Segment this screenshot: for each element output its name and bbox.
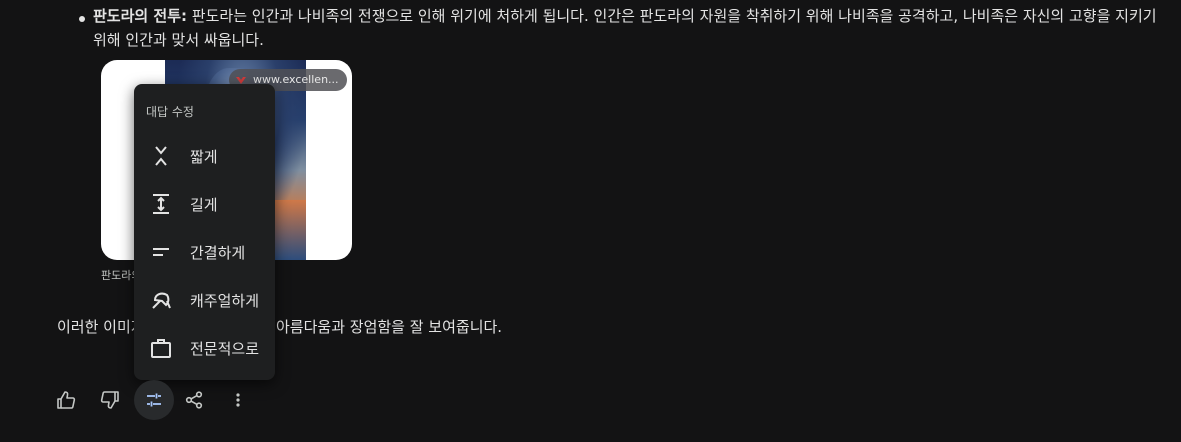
menu-item-casual[interactable]: 캐주얼하게 <box>134 280 275 320</box>
longer-icon <box>153 194 169 214</box>
modify-response-menu: 대답 수정 짧게 길게 간결하게 캐주얼하게 전문적으로 <box>134 84 275 380</box>
response-paragraph: 이러한 이미지 아름다움과 장엄함을 잘 보여줍니다. <box>57 316 502 338</box>
bullet-paragraph: 판도라의 전투: 판도라는 인간과 나비족의 전쟁으로 인해 위기에 처하게 됩… <box>93 4 1168 52</box>
menu-item-label: 짧게 <box>190 148 218 166</box>
thumbs-down-button[interactable] <box>90 380 130 420</box>
share-icon <box>185 391 203 409</box>
bullet-body: 판도라는 인간과 나비족의 전쟁으로 인해 위기에 처하게 됩니다. 인간은 판… <box>93 7 1157 49</box>
paragraph-text-right: 아름다움과 장엄함을 잘 보여줍니다. <box>276 318 503 336</box>
more-vert-icon <box>236 393 240 407</box>
menu-item-professional[interactable]: 전문적으로 <box>134 328 275 368</box>
menu-item-shorter[interactable]: 짧게 <box>134 136 275 176</box>
casual-icon <box>152 292 171 309</box>
bullet-dot <box>78 15 86 23</box>
menu-title: 대답 수정 <box>146 105 194 119</box>
menu-item-label: 캐주얼하게 <box>190 292 260 310</box>
menu-item-simpler[interactable]: 간결하게 <box>134 232 275 272</box>
menu-item-label: 간결하게 <box>190 244 246 262</box>
thumbs-up-button[interactable] <box>46 380 86 420</box>
menu-item-longer[interactable]: 길게 <box>134 184 275 224</box>
modify-response-icon <box>147 393 161 407</box>
bullet-title: 판도라의 전투: <box>93 7 188 25</box>
simpler-icon <box>153 248 169 256</box>
paragraph-text-left: 이러한 이미지 <box>57 318 145 336</box>
shorter-icon <box>155 146 167 166</box>
share-button[interactable] <box>174 380 214 420</box>
menu-item-label: 전문적으로 <box>190 340 260 358</box>
modify-response-button[interactable] <box>134 380 174 420</box>
menu-item-label: 길게 <box>190 196 218 214</box>
professional-icon <box>151 339 171 358</box>
more-options-button[interactable] <box>218 380 258 420</box>
thumbs-down-icon <box>100 391 119 409</box>
thumbs-up-icon <box>57 391 76 409</box>
